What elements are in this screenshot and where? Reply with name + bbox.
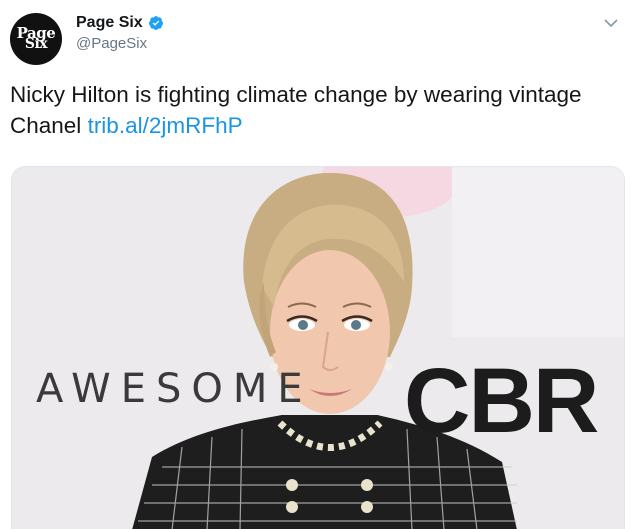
backdrop-logo: CBR	[404, 350, 599, 452]
avatar-text-line2: Six	[24, 36, 48, 53]
avatar[interactable]: Page Six	[10, 13, 62, 65]
tweet-text: Nicky Hilton is fighting climate change …	[10, 79, 610, 141]
account-handle[interactable]: @PageSix	[76, 35, 164, 52]
chevron-down-icon[interactable]	[603, 17, 619, 29]
tweet-link[interactable]: trib.al/2jmRFhP	[88, 113, 243, 138]
name-row: Page Six	[76, 14, 164, 32]
photo-scene	[12, 167, 624, 529]
tweet-header: Page Six @PageSix	[76, 14, 164, 52]
display-name[interactable]: Page Six	[76, 14, 143, 32]
backdrop-word: AWESOME	[36, 366, 313, 412]
verified-badge-icon	[148, 16, 163, 30]
tweet-card: Page Six Page Six @PageSix Nicky Hilton …	[0, 0, 631, 529]
tweet-photo[interactable]: AWESOME CBR	[11, 166, 625, 529]
